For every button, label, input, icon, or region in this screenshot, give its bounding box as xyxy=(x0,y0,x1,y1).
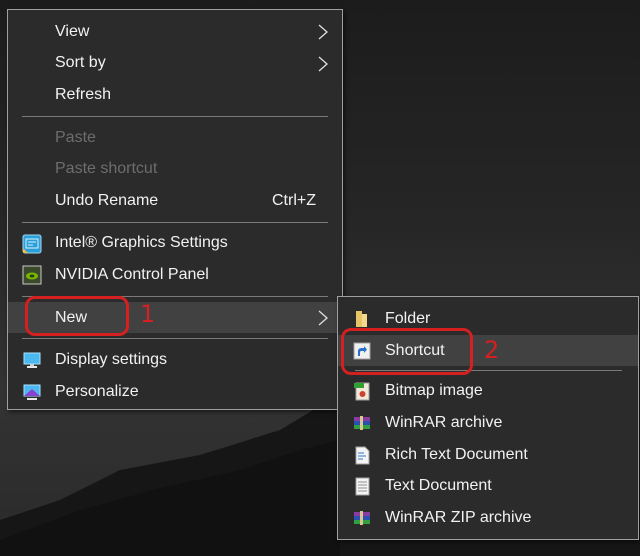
annotation-step-1: 1 xyxy=(140,300,156,328)
menu-separator xyxy=(22,115,328,117)
intel-graphics-icon xyxy=(22,234,42,254)
menu-item-sort-by[interactable]: Sort by xyxy=(8,48,342,80)
menu-item-intel-graphics[interactable]: Intel® Graphics Settings xyxy=(8,228,342,260)
menu-item-personalize[interactable]: Personalize xyxy=(8,376,342,408)
menu-item-label: Sort by xyxy=(55,54,106,72)
annotation-box-shortcut xyxy=(341,328,473,375)
menu-item-label: View xyxy=(55,22,90,40)
chevron-right-icon xyxy=(318,56,328,72)
menu-item-label: WinRAR ZIP archive xyxy=(385,508,532,526)
annotation-box-new xyxy=(25,296,129,336)
menu-item-view[interactable]: View xyxy=(8,16,342,48)
text-document-icon xyxy=(355,477,370,496)
menu-item-label: Refresh xyxy=(55,85,112,103)
menu-item-paste: Paste xyxy=(8,122,342,154)
menu-item-label: Display settings xyxy=(55,351,168,369)
desktop-context-menu: View Sort by Refresh Paste Paste shortcu… xyxy=(7,9,343,410)
submenu-item-text-document[interactable]: Text Document xyxy=(338,470,638,502)
menu-item-display-settings[interactable]: Display settings xyxy=(8,344,342,376)
menu-item-paste-shortcut: Paste shortcut xyxy=(8,153,342,185)
menu-item-label: Text Document xyxy=(385,477,492,495)
menu-item-label: Rich Text Document xyxy=(385,445,528,463)
menu-item-label: NVIDIA Control Panel xyxy=(55,265,209,283)
menu-item-label: Folder xyxy=(385,309,431,327)
menu-item-label: Paste xyxy=(55,128,96,146)
submenu-item-winrar-archive[interactable]: WinRAR archive xyxy=(338,407,638,439)
menu-item-label: Undo Rename xyxy=(55,191,159,209)
menu-item-label: Intel® Graphics Settings xyxy=(55,234,228,252)
personalize-icon xyxy=(23,384,41,400)
submenu-item-winrar-zip-archive[interactable]: WinRAR ZIP archive xyxy=(338,502,638,534)
rich-text-icon xyxy=(355,446,370,465)
chevron-right-icon xyxy=(318,24,328,40)
folder-icon xyxy=(356,311,367,327)
chevron-right-icon xyxy=(318,310,328,326)
submenu-item-rich-text-document[interactable]: Rich Text Document xyxy=(338,439,638,471)
winrar-zip-icon xyxy=(354,511,370,526)
menu-item-undo-rename[interactable]: Undo Rename Ctrl+Z xyxy=(8,185,342,217)
display-icon xyxy=(23,352,41,369)
menu-separator xyxy=(22,338,328,340)
bitmap-icon xyxy=(354,382,370,401)
annotation-step-2: 2 xyxy=(484,336,500,364)
menu-item-label: Paste shortcut xyxy=(55,160,158,178)
menu-item-label: Personalize xyxy=(55,382,139,400)
menu-item-label: Bitmap image xyxy=(385,382,483,400)
menu-item-label: WinRAR archive xyxy=(385,413,503,431)
nvidia-icon xyxy=(22,265,42,285)
keyboard-shortcut: Ctrl+Z xyxy=(272,191,316,209)
winrar-icon xyxy=(354,416,370,431)
submenu-item-bitmap-image[interactable]: Bitmap image xyxy=(338,375,638,407)
menu-separator xyxy=(22,221,328,223)
menu-item-nvidia-control-panel[interactable]: NVIDIA Control Panel xyxy=(8,259,342,291)
menu-item-refresh[interactable]: Refresh xyxy=(8,79,342,111)
